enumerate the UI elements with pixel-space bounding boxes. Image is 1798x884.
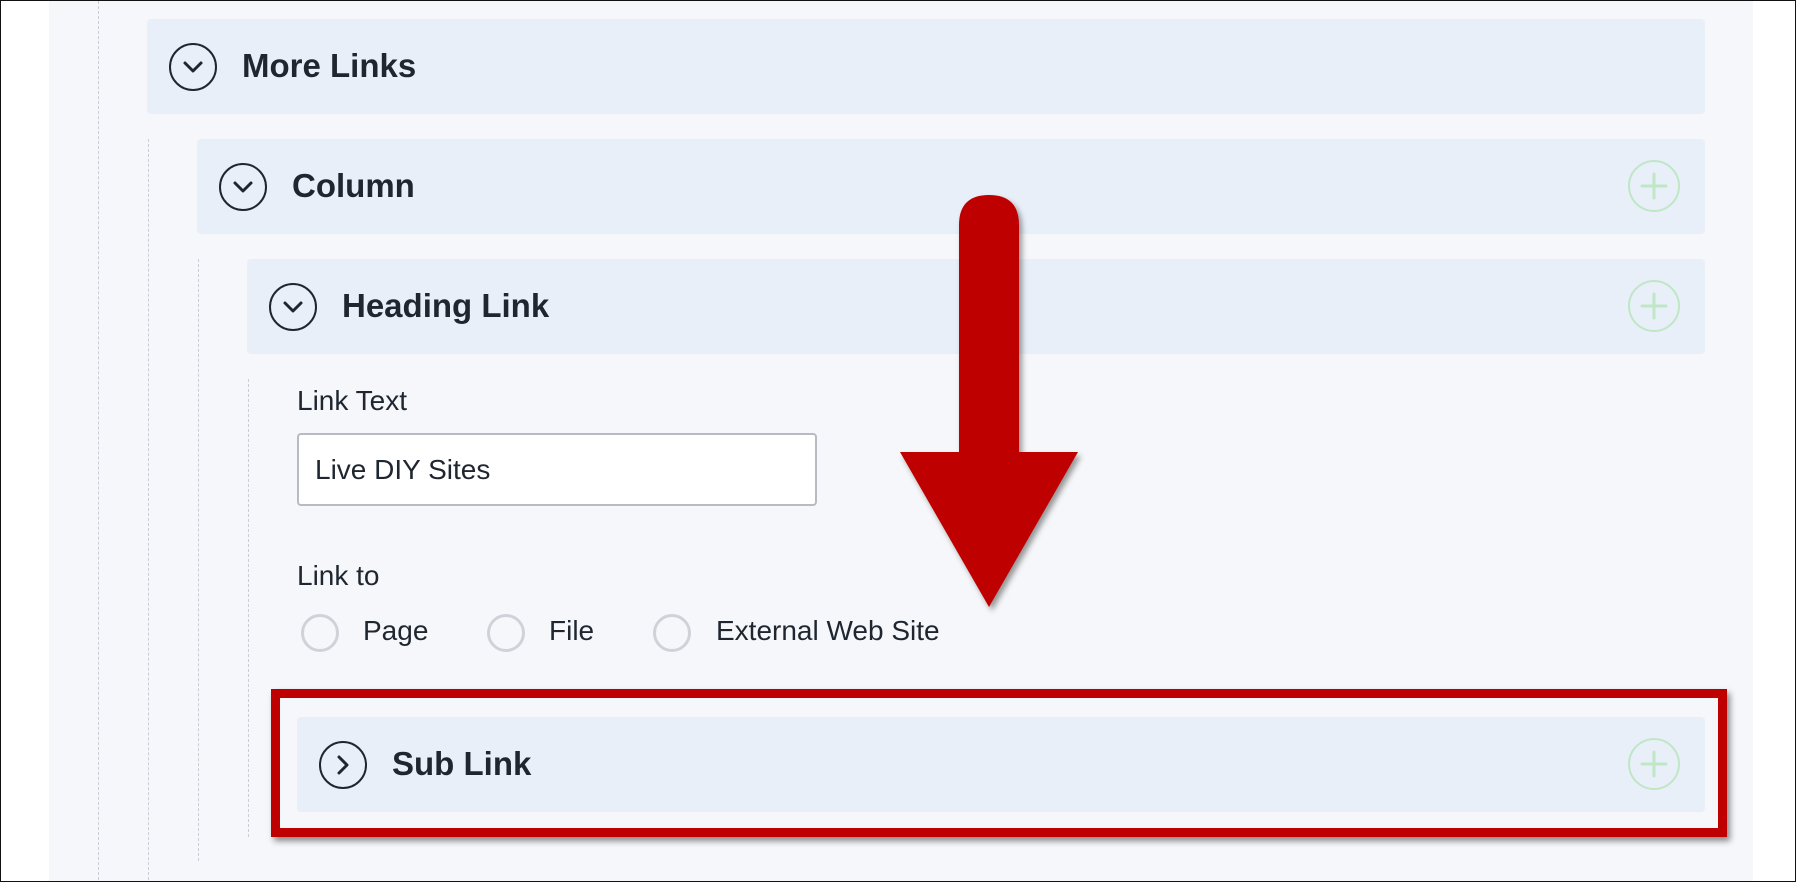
expand-toggle[interactable]	[169, 43, 217, 91]
nesting-guide	[148, 139, 149, 881]
section-column[interactable]: Column	[197, 139, 1705, 234]
section-title: Column	[292, 167, 415, 204]
chevron-down-icon	[183, 61, 203, 73]
link-to-external-radio[interactable]	[653, 614, 691, 652]
link-to-label: Link to	[297, 560, 380, 591]
plus-icon	[1640, 292, 1668, 320]
link-to-option-label: External Web Site	[716, 615, 940, 646]
screenshot-frame: More Links Column Heading Link Sub Link …	[0, 0, 1796, 882]
section-heading-link[interactable]: Heading Link	[247, 259, 1705, 354]
annotation-highlight-box	[271, 689, 1727, 837]
chevron-down-icon	[233, 181, 253, 193]
expand-toggle[interactable]	[269, 283, 317, 331]
add-heading-link-button[interactable]	[1628, 280, 1680, 332]
chevron-down-icon	[283, 301, 303, 313]
link-to-file-radio[interactable]	[487, 614, 525, 652]
section-title: More Links	[242, 47, 417, 84]
plus-icon	[1640, 172, 1668, 200]
section-title: Heading Link	[342, 287, 550, 324]
nesting-guide	[198, 259, 199, 861]
link-text-input[interactable]	[297, 433, 817, 506]
link-to-page-radio[interactable]	[301, 614, 339, 652]
link-to-option-label: File	[549, 615, 595, 646]
expand-toggle[interactable]	[219, 163, 267, 211]
add-column-button[interactable]	[1628, 160, 1680, 212]
nesting-guide	[248, 379, 249, 837]
link-text-label: Link Text	[297, 385, 407, 416]
link-to-option-label: Page	[363, 615, 429, 646]
nesting-guide	[98, 1, 99, 881]
section-more-links[interactable]: More Links	[147, 19, 1705, 114]
